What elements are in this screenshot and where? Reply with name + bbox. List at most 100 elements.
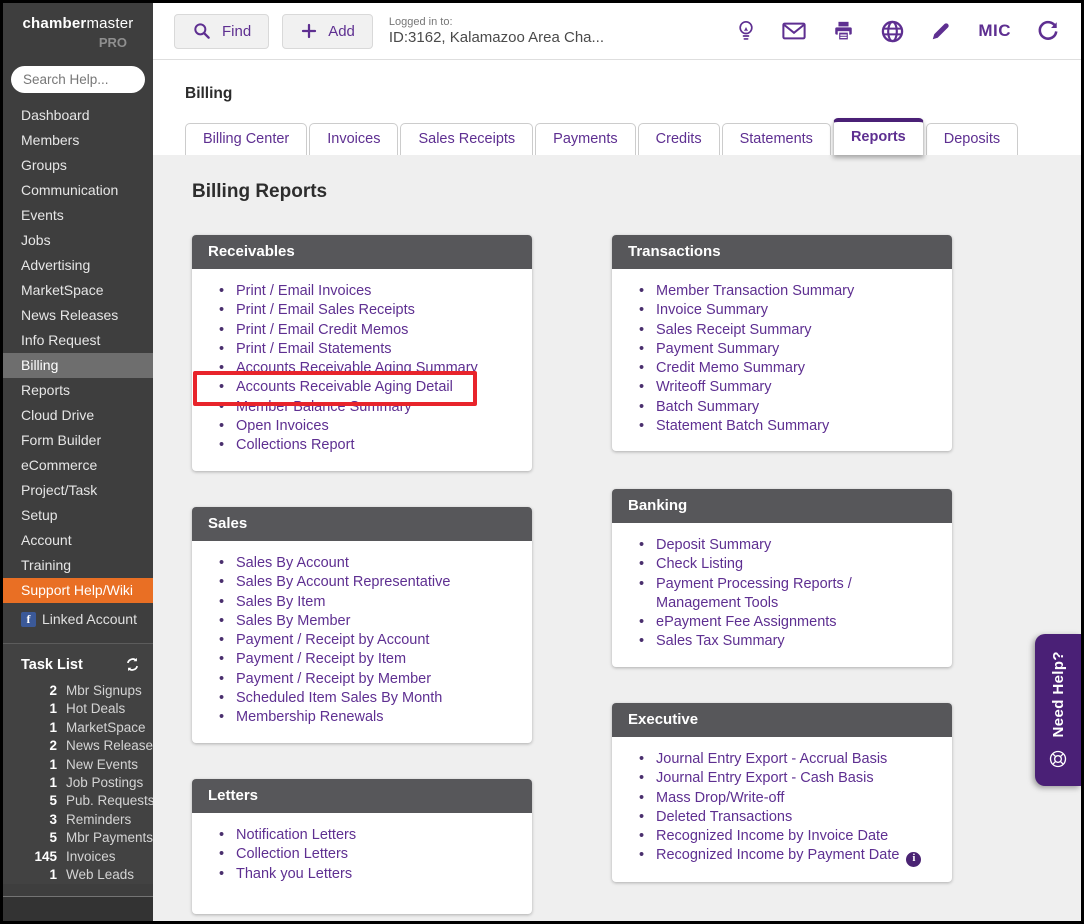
sidebar-item-communication[interactable]: Communication	[3, 178, 153, 203]
tab-payments[interactable]: Payments	[535, 123, 635, 155]
report-link[interactable]: Check Listing	[636, 555, 936, 574]
globe-icon[interactable]	[881, 20, 904, 43]
report-link[interactable]: Print / Email Statements	[216, 340, 516, 359]
sidebar-item-ecommerce[interactable]: eCommerce	[3, 453, 153, 478]
sidebar-item-info-request[interactable]: Info Request	[3, 328, 153, 353]
report-link[interactable]: Statement Batch Summary	[636, 417, 936, 436]
add-button[interactable]: Add	[282, 14, 373, 49]
sidebar-item-support-help-wiki[interactable]: Support Help/Wiki	[3, 578, 153, 603]
report-link[interactable]: Recognized Income by Invoice Date	[636, 827, 936, 846]
report-link[interactable]: Deposit Summary	[636, 536, 936, 555]
tab-sales-receipts[interactable]: Sales Receipts	[400, 123, 533, 155]
report-link[interactable]: Print / Email Sales Receipts	[216, 301, 516, 320]
report-link[interactable]: Sales Tax Summary	[636, 632, 936, 651]
report-link[interactable]: Thank you Letters	[216, 865, 516, 884]
report-link[interactable]: Sales By Item	[216, 593, 516, 612]
task-label: MarketSpace	[66, 719, 146, 737]
task-list-title: Task List	[21, 657, 83, 673]
refresh-icon[interactable]	[1037, 20, 1059, 42]
report-link[interactable]: Scheduled Item Sales By Month	[216, 689, 516, 708]
report-link[interactable]: Credit Memo Summary	[636, 359, 936, 378]
sidebar-item-groups[interactable]: Groups	[3, 153, 153, 178]
report-link[interactable]: Writeoff Summary	[636, 378, 936, 397]
task-row-news-releases[interactable]: 2News Releases	[21, 737, 141, 755]
report-link[interactable]: Payment Summary	[636, 340, 936, 359]
task-row-reminders[interactable]: 3Reminders	[21, 811, 141, 829]
task-refresh-icon[interactable]	[124, 656, 141, 673]
report-link[interactable]: Payment / Receipt by Account	[216, 631, 516, 650]
printer-icon[interactable]	[832, 20, 855, 42]
tab-credits[interactable]: Credits	[638, 123, 720, 155]
report-link[interactable]: Sales By Account	[216, 554, 516, 573]
task-row-invoices[interactable]: 145Invoices	[21, 848, 141, 866]
sidebar-item-dashboard[interactable]: Dashboard	[3, 103, 153, 128]
report-link[interactable]: Sales Receipt Summary	[636, 321, 936, 340]
sidebar-item-members[interactable]: Members	[3, 128, 153, 153]
task-row-job-postings[interactable]: 1Job Postings	[21, 774, 141, 792]
report-link[interactable]: Sales By Account Representative	[216, 573, 516, 592]
task-count: 1	[21, 719, 57, 737]
sidebar-item-form-builder[interactable]: Form Builder	[3, 428, 153, 453]
sidebar-item-events[interactable]: Events	[3, 203, 153, 228]
task-row-mbr-payments[interactable]: 5Mbr Payments	[21, 829, 141, 847]
sidebar-item-training[interactable]: Training	[3, 553, 153, 578]
task-row-hot-deals[interactable]: 1Hot Deals	[21, 700, 141, 718]
report-link[interactable]: Notification Letters	[216, 826, 516, 845]
report-link[interactable]: Batch Summary	[636, 398, 936, 417]
sidebar-item-advertising[interactable]: Advertising	[3, 253, 153, 278]
need-help-tab[interactable]: Need Help?	[1035, 634, 1081, 786]
task-row-new-events[interactable]: 1New Events	[21, 756, 141, 774]
pencil-icon[interactable]	[930, 20, 952, 42]
tab-deposits[interactable]: Deposits	[926, 123, 1018, 155]
search-help-input[interactable]	[11, 66, 145, 93]
add-label: Add	[328, 23, 355, 40]
report-link[interactable]: Mass Drop/Write-off	[636, 789, 936, 808]
mic-menu[interactable]: MIC	[978, 21, 1011, 41]
task-row-mbr-signups[interactable]: 2Mbr Signups	[21, 682, 141, 700]
report-link[interactable]: Recognized Income by Payment Datei	[636, 846, 936, 866]
report-link[interactable]: Payment / Receipt by Member	[216, 670, 516, 689]
report-link[interactable]: Member Balance Summary	[216, 398, 516, 417]
report-link[interactable]: Invoice Summary	[636, 301, 936, 320]
task-row-marketspace[interactable]: 1MarketSpace	[21, 719, 141, 737]
tab-invoices[interactable]: Invoices	[309, 123, 398, 155]
report-link[interactable]: Deleted Transactions	[636, 808, 936, 827]
find-button[interactable]: Find	[174, 14, 269, 49]
report-link[interactable]: Accounts Receivable Aging Summary	[216, 359, 516, 378]
task-label: Hot Deals	[66, 700, 125, 718]
report-link[interactable]: Sales By Member	[216, 612, 516, 631]
report-link[interactable]: Collection Letters	[216, 845, 516, 864]
task-list: Task List 2Mbr Signups 1Hot Deals 1Marke…	[3, 644, 153, 884]
tab-billing-center[interactable]: Billing Center	[185, 123, 307, 155]
report-link[interactable]: ePayment Fee Assignments	[636, 613, 936, 632]
logged-in-value: ID:3162, Kalamazoo Area Cha...	[389, 29, 604, 46]
report-link[interactable]: Membership Renewals	[216, 708, 516, 727]
report-link[interactable]: Journal Entry Export - Cash Basis	[636, 769, 936, 788]
report-link[interactable]: Print / Email Invoices	[216, 282, 516, 301]
tab-reports[interactable]: Reports	[833, 118, 924, 155]
lightbulb-icon[interactable]	[736, 19, 756, 43]
sidebar-item-billing[interactable]: Billing	[3, 353, 153, 378]
sidebar-item-project-task[interactable]: Project/Task	[3, 478, 153, 503]
tab-statements[interactable]: Statements	[722, 123, 831, 155]
report-link[interactable]: Payment Processing Reports / Management …	[636, 575, 936, 614]
sidebar-item-setup[interactable]: Setup	[3, 503, 153, 528]
task-row-pub-requests[interactable]: 5Pub. Requests	[21, 792, 141, 810]
sidebar-item-cloud-drive[interactable]: Cloud Drive	[3, 403, 153, 428]
info-icon[interactable]: i	[906, 852, 921, 867]
report-link[interactable]: Print / Email Credit Memos	[216, 321, 516, 340]
sidebar-item-jobs[interactable]: Jobs	[3, 228, 153, 253]
report-link[interactable]: Collections Report	[216, 436, 516, 455]
sidebar-item-news-releases[interactable]: News Releases	[3, 303, 153, 328]
envelope-icon[interactable]	[782, 21, 806, 41]
report-link[interactable]: Payment / Receipt by Item	[216, 650, 516, 669]
sidebar-item-marketspace[interactable]: MarketSpace	[3, 278, 153, 303]
report-link[interactable]: Open Invoices	[216, 417, 516, 436]
sidebar-item-linked-account[interactable]: f Linked Account	[3, 605, 153, 633]
report-link[interactable]: Journal Entry Export - Accrual Basis	[636, 750, 936, 769]
report-link-accounts-receivable-aging-detail[interactable]: Accounts Receivable Aging Detail	[216, 378, 516, 397]
task-row-web-leads[interactable]: 1Web Leads	[21, 866, 141, 884]
sidebar-item-reports[interactable]: Reports	[3, 378, 153, 403]
report-link[interactable]: Member Transaction Summary	[636, 282, 936, 301]
sidebar-item-account[interactable]: Account	[3, 528, 153, 553]
